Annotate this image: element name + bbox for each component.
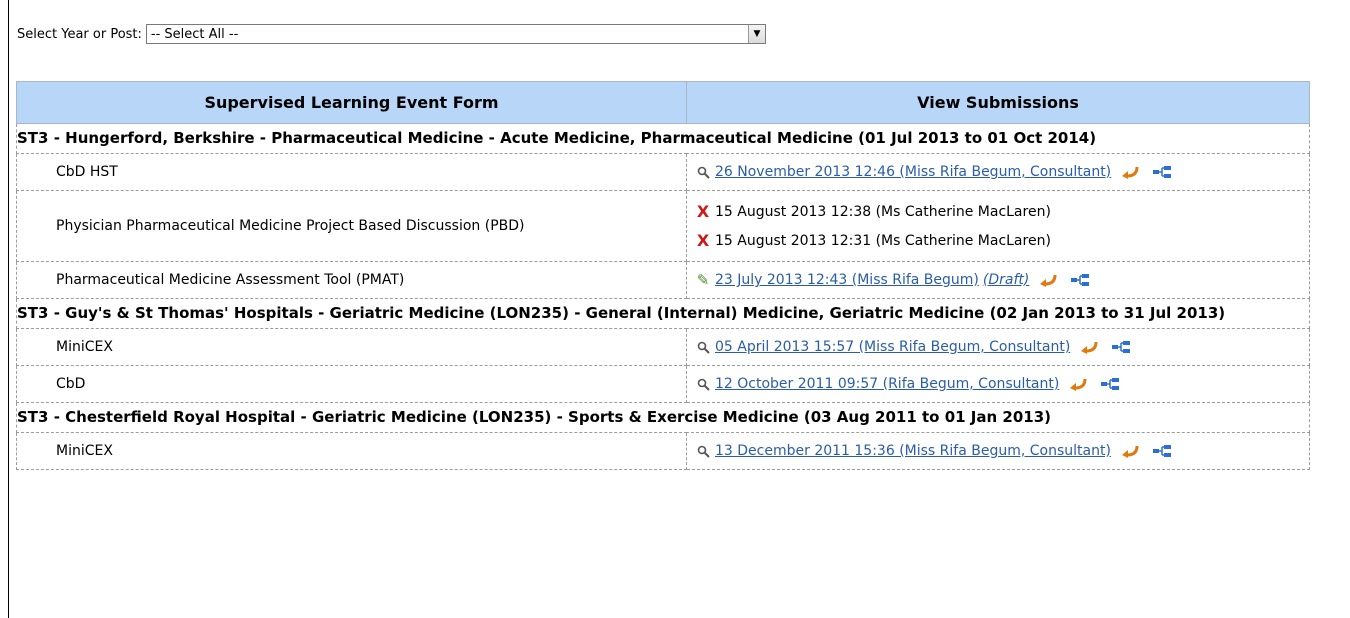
return-arrow-icon[interactable] (1067, 376, 1087, 392)
submission-link-text: 23 July 2013 12:43 (Miss Rifa Begum) (715, 272, 979, 288)
submission-link[interactable]: 12 October 2011 09:57 (Rifa Begum, Consu… (715, 376, 1059, 392)
tree-icon[interactable] (1112, 339, 1131, 355)
form-name: CbD (16, 365, 687, 403)
magnifier-icon (695, 376, 711, 392)
submissions-cell: 13 December 2011 15:36 (Miss Rifa Begum,… (686, 432, 1310, 470)
magnifier-icon (695, 339, 711, 355)
section-row: ST3 - Chesterfield Royal Hospital - Geri… (16, 402, 1310, 433)
return-arrow-icon[interactable] (1119, 443, 1139, 459)
submission-link[interactable]: 05 April 2013 15:57 (Miss Rifa Begum, Co… (715, 339, 1070, 355)
form-name: Physician Pharmaceutical Medicine Projec… (16, 190, 687, 262)
tree-icon[interactable] (1152, 443, 1171, 459)
tree-icon[interactable] (1071, 272, 1090, 288)
submission-entry: 05 April 2013 15:57 (Miss Rifa Begum, Co… (695, 333, 1309, 362)
submission-link[interactable]: 23 July 2013 12:43 (Miss Rifa Begum) (Dra… (715, 272, 1029, 288)
return-arrow-icon[interactable] (1078, 339, 1098, 355)
year-post-select-value: -- Select All -- (150, 26, 239, 42)
x-icon: X (696, 202, 710, 221)
table-row: Pharmaceutical Medicine Assessment Tool … (16, 261, 1310, 299)
year-post-select[interactable]: -- Select All -- ▼ (145, 24, 766, 44)
submission-entry: 12 October 2011 09:57 (Rifa Begum, Consu… (695, 370, 1309, 399)
filter-row: Select Year or Post: -- Select All -- ▼ (17, 22, 766, 46)
submission-entry: ✎ 23 July 2013 12:43 (Miss Rifa Begum) (D… (695, 266, 1309, 295)
magnifier-icon (695, 164, 711, 180)
submission-link[interactable]: 26 November 2013 12:46 (Miss Rifa Begum,… (715, 164, 1111, 180)
tree-icon[interactable] (1101, 376, 1120, 392)
form-name: CbD HST (16, 153, 687, 191)
submission-link[interactable]: 13 December 2011 15:36 (Miss Rifa Begum,… (715, 443, 1111, 459)
section-title: ST3 - Chesterfield Royal Hospital - Geri… (16, 402, 1310, 433)
form-name: MiniCEX (16, 328, 687, 366)
magnifier-icon (695, 443, 711, 459)
draft-label: (Draft) (982, 272, 1030, 288)
submissions-cell: 05 April 2013 15:57 (Miss Rifa Begum, Co… (686, 328, 1310, 366)
tree-icon[interactable] (1153, 164, 1172, 180)
chevron-down-icon[interactable]: ▼ (747, 25, 765, 43)
form-name: Pharmaceutical Medicine Assessment Tool … (16, 261, 687, 299)
table-row: CbD 12 October 2011 09:57 (Rifa Begum, C… (16, 365, 1310, 403)
filter-label: Select Year or Post: (17, 26, 142, 42)
header-form: Supervised Learning Event Form (16, 81, 687, 124)
return-arrow-icon[interactable] (1119, 164, 1139, 180)
section-row: ST3 - Guy's & St Thomas' Hospitals - Ger… (16, 298, 1310, 329)
sle-table: Supervised Learning Event Form View Subm… (16, 81, 1310, 470)
return-arrow-icon[interactable] (1037, 272, 1057, 288)
submissions-cell: 26 November 2013 12:46 (Miss Rifa Begum,… (686, 153, 1310, 191)
submissions-cell: 12 October 2011 09:57 (Rifa Begum, Consu… (686, 365, 1310, 403)
submission-entry: X 15 August 2013 12:31 (Ms Catherine Mac… (695, 226, 1309, 255)
submission-text: 15 August 2013 12:31 (Ms Catherine MacLa… (715, 232, 1051, 249)
submissions-cell: X 15 August 2013 12:38 (Ms Catherine Mac… (686, 190, 1310, 262)
section-title: ST3 - Guy's & St Thomas' Hospitals - Ger… (16, 298, 1310, 329)
table-row: Physician Pharmaceutical Medicine Projec… (16, 190, 1310, 262)
table-row: MiniCEX 05 April 2013 15:57 (Miss Rifa B… (16, 328, 1310, 366)
submission-entry: 26 November 2013 12:46 (Miss Rifa Begum,… (695, 158, 1309, 187)
section-row: ST3 - Hungerford, Berkshire - Pharmaceut… (16, 123, 1310, 154)
header-submissions: View Submissions (686, 81, 1310, 124)
table-row: CbD HST 26 November 2013 12:46 (Miss Rif… (16, 153, 1310, 191)
section-title: ST3 - Hungerford, Berkshire - Pharmaceut… (16, 123, 1310, 154)
submissions-cell: ✎ 23 July 2013 12:43 (Miss Rifa Begum) (D… (686, 261, 1310, 299)
x-icon: X (696, 231, 710, 250)
submission-entry: X 15 August 2013 12:38 (Ms Catherine Mac… (695, 197, 1309, 226)
table-row: MiniCEX 13 December 2011 15:36 (Miss Rif… (16, 432, 1310, 470)
form-name: MiniCEX (16, 432, 687, 470)
submission-entry: 13 December 2011 15:36 (Miss Rifa Begum,… (695, 437, 1309, 466)
submission-text: 15 August 2013 12:38 (Ms Catherine MacLa… (715, 203, 1051, 220)
check-pencil-icon: ✎ (696, 271, 710, 289)
